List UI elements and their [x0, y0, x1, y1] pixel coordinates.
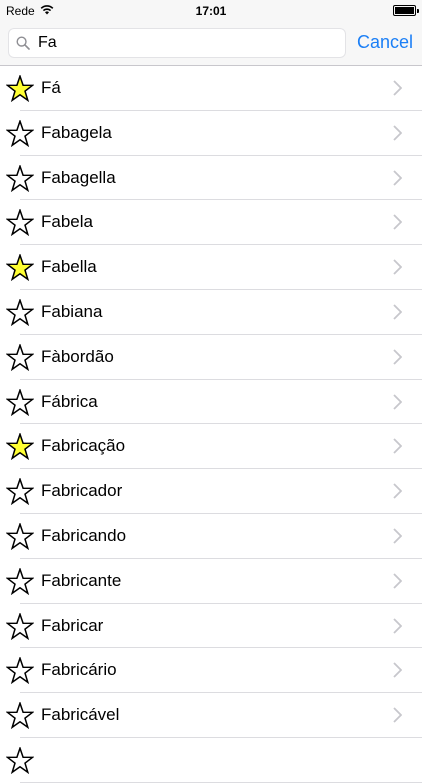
favorite-star-icon[interactable] — [5, 208, 35, 237]
results-list: Fá Fabagela Fabagella Fabela Fabella Fab… — [0, 66, 422, 783]
search-bar: Cancel — [0, 22, 422, 66]
list-item-label: Fabricador — [41, 481, 123, 501]
list-item[interactable]: Fá — [0, 66, 422, 111]
chevron-right-icon — [393, 573, 403, 589]
chevron-right-icon — [393, 349, 403, 365]
list-item[interactable]: Fabagella — [0, 156, 422, 201]
status-time: 17:01 — [195, 4, 227, 18]
chevron-right-icon — [393, 259, 403, 275]
list-item[interactable]: Fabricante — [0, 559, 422, 604]
favorite-star-icon[interactable] — [5, 432, 35, 461]
list-item-label: Fabricário — [41, 660, 117, 680]
favorite-star-icon[interactable] — [5, 73, 35, 103]
favorite-star-icon[interactable] — [5, 163, 35, 192]
list-item[interactable]: Fabricando — [0, 514, 422, 559]
list-item-label: Fabricando — [41, 525, 127, 545]
battery-level — [395, 7, 414, 14]
list-item[interactable]: Fábrica — [0, 380, 422, 425]
cancel-button[interactable]: Cancel — [357, 32, 413, 53]
chevron-right-icon — [393, 617, 403, 634]
search-icon — [16, 36, 30, 55]
list-item[interactable]: Fabagela — [0, 111, 422, 156]
chevron-right-icon — [393, 169, 403, 186]
chevron-right-icon — [393, 662, 403, 678]
list-item-label: Fábrica — [41, 391, 98, 411]
list-item-label: Fabricar — [41, 615, 104, 635]
favorite-star-icon[interactable] — [5, 297, 35, 327]
favorite-star-icon[interactable] — [5, 477, 35, 506]
chevron-right-icon — [393, 80, 403, 96]
chevron-right-icon — [393, 214, 403, 231]
list-item[interactable]: Fabricador — [0, 469, 422, 514]
list-item-label: Fabricação — [41, 436, 126, 456]
favorite-star-icon[interactable] — [5, 521, 35, 551]
list-item-label: Fabagella — [41, 167, 116, 187]
favorite-star-icon[interactable] — [5, 701, 35, 730]
favorite-star-icon[interactable] — [5, 656, 35, 685]
list-item-label: Fá — [41, 78, 61, 97]
list-item[interactable]: Fabricário — [0, 648, 422, 694]
list-item-label: Fabricável — [41, 705, 120, 725]
favorite-star-icon[interactable] — [5, 745, 35, 775]
list-item-label: Fabricante — [41, 570, 122, 590]
status-bar: Rede 17:01 — [0, 0, 422, 22]
chevron-right-icon — [393, 438, 403, 455]
list-item-label: Fàbordão — [41, 346, 114, 366]
list-item[interactable]: Fàbordão — [0, 335, 422, 380]
list-item[interactable]: Fabiana — [0, 290, 422, 335]
chevron-right-icon — [393, 707, 403, 723]
list-item[interactable]: Fabricação — [0, 424, 422, 470]
chevron-right-icon — [393, 483, 403, 499]
favorite-star-icon[interactable] — [5, 566, 35, 595]
chevron-right-icon — [393, 125, 403, 141]
chevron-right-icon — [393, 304, 403, 320]
favorite-star-icon[interactable] — [5, 253, 35, 282]
favorite-star-icon[interactable] — [5, 387, 35, 416]
search-input[interactable] — [38, 32, 328, 54]
list-item[interactable]: Fabella — [0, 245, 422, 290]
list-item[interactable] — [0, 738, 422, 783]
favorite-star-icon[interactable] — [5, 611, 35, 640]
search-field[interactable] — [8, 28, 346, 58]
list-item-label: Fabela — [41, 212, 93, 232]
list-item-label: Fabella — [41, 257, 97, 277]
list-item[interactable]: Fabricar — [0, 604, 422, 649]
list-item-label: Fabiana — [41, 301, 103, 321]
battery-icon — [393, 5, 419, 16]
list-item[interactable]: Fabela — [0, 200, 422, 246]
favorite-star-icon[interactable] — [5, 342, 35, 371]
list-item[interactable]: Fabricável — [0, 693, 422, 738]
chevron-right-icon — [393, 528, 403, 544]
chevron-right-icon — [393, 393, 403, 410]
favorite-star-icon[interactable] — [5, 118, 35, 147]
list-item-label: Fabagela — [41, 122, 112, 142]
